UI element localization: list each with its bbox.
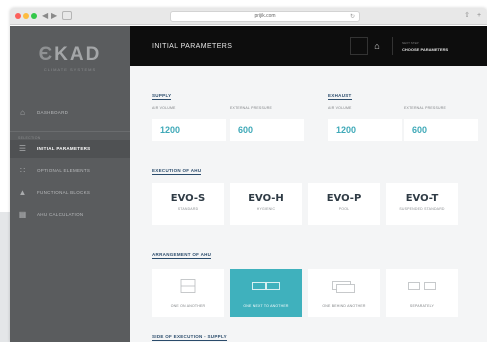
header-square-icon[interactable] (350, 37, 368, 55)
supply-air-volume-field[interactable]: 1200 (152, 119, 226, 141)
side-by-side-units-icon (252, 282, 280, 290)
logo-tagline: CLIMATE SYSTEMS (43, 67, 97, 72)
minimize-window-button[interactable] (23, 13, 29, 19)
evo-s-card[interactable]: EVO-S STANDARD (152, 183, 224, 225)
supply-air-volume-value: 1200 (160, 125, 181, 135)
forward-arrow-icon[interactable]: ▶ (51, 11, 57, 21)
arrangement-card-label: SEPARATELY (409, 304, 435, 308)
arrangement-card-label: ONE NEXT TO ANOTHER (243, 304, 289, 308)
exhaust-air-volume-field[interactable]: 1200 (328, 119, 402, 141)
logo: ЄKAD CLIMATE SYSTEMS (10, 44, 130, 72)
evo-h-card[interactable]: EVO-H HYGIENIC (230, 183, 302, 225)
sidebar-item-label: INITIAL PARAMETERS (37, 146, 91, 151)
sidebar-item-label: FUNCTIONAL BLOCKS (37, 190, 91, 195)
supply-section-title: SUPPLY (152, 93, 172, 100)
arrangement-one-on-another-card[interactable]: ONE ON ANOTHER (152, 269, 224, 317)
exhaust-pressure-label: EXTERNAL PRESSURE (404, 106, 446, 110)
evo-card-title: EVO-S (170, 193, 206, 204)
url-text: prijik.com (254, 13, 276, 19)
sidebar-item-functional-blocks[interactable]: ▲ FUNCTIONAL BLOCKS (10, 184, 130, 202)
logo-mark-icon: Є (38, 44, 55, 65)
side-of-execution-section-title: SIDE OF EXECUTION - SUPPLY (152, 334, 227, 341)
home-icon: ⌂ (20, 108, 25, 117)
logo-text: KAD (54, 44, 102, 65)
execution-section-title: EXECUTION OF AHU (152, 168, 202, 175)
exhaust-air-volume-value: 1200 (336, 125, 357, 135)
address-bar[interactable]: prijik.com ↻ (170, 11, 360, 22)
back-arrow-icon[interactable]: ◀ (42, 11, 48, 21)
evo-card-title: EVO-H (248, 193, 284, 204)
arrangement-one-behind-another-card[interactable]: ONE BEHIND ANOTHER (308, 269, 380, 317)
sidebar-item-ahu-calculation[interactable]: ▦ AHU CALCULATION (10, 206, 130, 224)
evo-card-subtitle: SUSPENDED STANDARD (399, 207, 445, 211)
arrangement-card-label: ONE ON ANOTHER (170, 304, 206, 308)
exhaust-pressure-field[interactable]: 600 (404, 119, 478, 141)
supply-pressure-value: 600 (238, 125, 254, 135)
sidebar-item-label: AHU CALCULATION (37, 212, 84, 217)
next-step-label: NEXT STEP (402, 41, 419, 45)
evo-card-subtitle: STANDARD (177, 207, 199, 211)
page-title: INITIAL PARAMETERS (152, 43, 233, 50)
choose-parameters-button[interactable]: CHOOSE PARAMETERS (402, 47, 448, 52)
exhaust-section-title: EXHAUST (328, 93, 352, 100)
home-button[interactable]: ⌂ (368, 37, 386, 55)
evo-card-title: EVO-T (405, 193, 439, 204)
elements-icon: ∷ (19, 166, 26, 175)
calculation-icon: ▦ (18, 210, 27, 219)
exhaust-pressure-value: 600 (412, 125, 428, 135)
sidebar-divider (10, 131, 130, 132)
exhaust-air-volume-label: AIR VOLUME (328, 106, 352, 110)
evo-t-card[interactable]: EVO-T SUSPENDED STANDARD (386, 183, 458, 225)
parameters-icon: ☰ (18, 144, 27, 153)
sidebar-item-dashboard[interactable]: ⌂ DASHBOARD (10, 104, 130, 122)
stacked-units-icon (180, 279, 196, 293)
sidebar-toggle-icon[interactable] (62, 11, 72, 20)
behind-units-icon (332, 281, 355, 293)
browser-window: ◀ ▶ prijik.com ↻ ⇧ + ЄKAD CLIMATE SYSTEM… (10, 8, 487, 342)
share-icon[interactable]: ⇧ (462, 11, 472, 21)
blocks-icon: ▲ (18, 188, 27, 197)
top-header: INITIAL PARAMETERS ⌂ NEXT STEP CHOOSE PA… (130, 26, 487, 66)
supply-pressure-field[interactable]: 600 (230, 119, 304, 141)
evo-card-subtitle: POOL (338, 207, 350, 211)
home-icon: ⌂ (374, 41, 380, 51)
sidebar-item-optional-elements[interactable]: ∷ OPTIONAL ELEMENTS (10, 162, 130, 180)
arrangement-section-title: ARRANGEMENT OF AHU (152, 252, 212, 259)
arrangement-one-next-to-another-card[interactable]: ONE NEXT TO ANOTHER (230, 269, 302, 317)
evo-p-card[interactable]: EVO-P POOL (308, 183, 380, 225)
sidebar-item-label: OPTIONAL ELEMENTS (37, 168, 91, 173)
arrangement-card-label: ONE BEHIND ANOTHER (322, 304, 366, 308)
supply-pressure-label: EXTERNAL PRESSURE (230, 106, 272, 110)
close-window-button[interactable] (15, 13, 21, 19)
main-content: SUPPLY AIR VOLUME EXTERNAL PRESSURE 1200… (130, 66, 487, 342)
evo-card-subtitle: HYGIENIC (256, 207, 276, 211)
supply-air-volume-label: AIR VOLUME (152, 106, 176, 110)
sidebar-item-initial-parameters[interactable]: ☰ INITIAL PARAMETERS (10, 140, 130, 158)
new-tab-icon[interactable]: + (474, 11, 484, 21)
reload-icon[interactable]: ↻ (350, 13, 355, 20)
arrangement-separately-card[interactable]: SEPARATELY (386, 269, 458, 317)
maximize-window-button[interactable] (31, 13, 37, 19)
evo-card-title: EVO-P (326, 193, 362, 204)
sidebar: ЄKAD CLIMATE SYSTEMS ⌂ DASHBOARD SELECTI… (10, 26, 130, 342)
sidebar-item-label: DASHBOARD (37, 110, 69, 115)
separate-units-icon (408, 282, 436, 290)
header-divider (392, 37, 393, 55)
browser-toolbar: ◀ ▶ prijik.com ↻ ⇧ + (10, 8, 487, 25)
